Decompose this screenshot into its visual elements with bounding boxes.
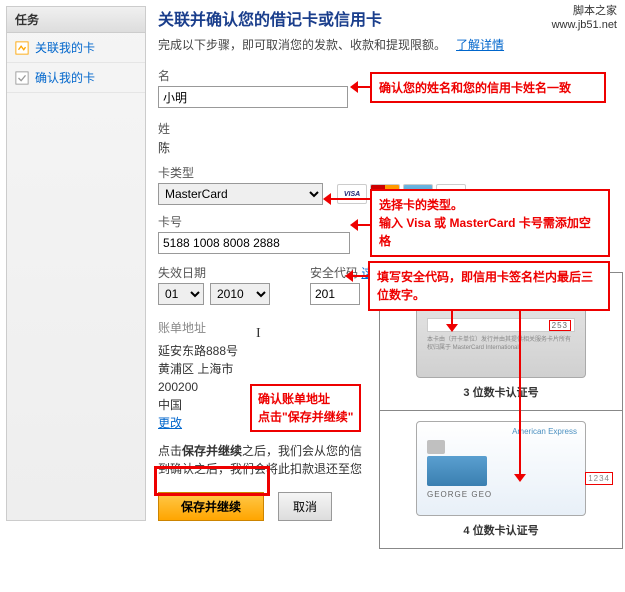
sidebar: 任务 关联我的卡 确认我的卡 (6, 6, 146, 521)
callout-name: 确认您的姓名和您的信用卡姓名一致 (370, 72, 606, 103)
sidebar-item-label: 确认我的卡 (35, 69, 95, 86)
page-subtitle: 完成以下步骤，即可取消您的发款、收款和提现限额。 了解详情 (158, 36, 619, 53)
last-name-label: 姓 (158, 120, 619, 137)
card-caption-3digit: 3 位数卡认证号 (390, 384, 612, 400)
cancel-button[interactable]: 取消 (278, 492, 332, 521)
page-title: 关联并确认您的借记卡或信用卡 (158, 6, 619, 30)
sidebar-item-link-card[interactable]: 关联我的卡 (7, 33, 145, 63)
change-address-link[interactable]: 更改 (158, 416, 182, 430)
card-front-image: American Express GEORGE GEO 1234 (416, 421, 586, 516)
sidebar-item-confirm-card[interactable]: 确认我的卡 (7, 63, 145, 93)
save-button[interactable]: 保存并继续 (158, 492, 264, 521)
expiry-year-select[interactable]: 2010 (210, 283, 270, 305)
sidebar-item-label: 关联我的卡 (35, 39, 95, 56)
link-card-icon (15, 41, 29, 55)
last-name-value: 陈 (158, 139, 619, 156)
callout-billing: 确认账单地址 点击"保存并继续" (250, 384, 361, 432)
expiry-month-select[interactable]: 01 (158, 283, 204, 305)
callout-cardtype: 选择卡的类型。 输入 Visa 或 MasterCard 卡号需添加空格 (370, 189, 610, 257)
arrow-icon (345, 270, 368, 285)
learn-more-link[interactable]: 了解详情 (456, 38, 504, 52)
arrow-icon (323, 193, 370, 208)
card-samples-panel: 253 本卡由（开卡单位）发行并由其提供相关服务卡片所有权归属于 MasterC… (379, 272, 623, 549)
expiry-label: 失效日期 (158, 264, 270, 281)
card-sample-front: American Express GEORGE GEO 1234 4 位数卡认证… (380, 410, 622, 548)
callout-cvv: 填写安全代码，即信用卡签名栏内最后三 位数字。 (368, 261, 610, 311)
card-caption-4digit: 4 位数卡认证号 (390, 522, 612, 538)
cvv-input[interactable] (310, 283, 360, 305)
card-type-label: 卡类型 (158, 164, 619, 181)
arrow-icon (350, 81, 370, 96)
arrow-icon (350, 219, 370, 234)
billing-address: 延安东路888号 黄浦区 上海市 200200 中国 更改 (158, 342, 238, 432)
text-cursor-icon: I (256, 326, 261, 342)
card-no-input[interactable] (158, 232, 350, 254)
first-name-input[interactable] (158, 86, 348, 108)
arrow-icon (514, 302, 526, 485)
card-type-select[interactable]: MasterCard (158, 183, 323, 205)
sidebar-header: 任务 (7, 7, 145, 33)
confirm-card-icon (15, 71, 29, 85)
